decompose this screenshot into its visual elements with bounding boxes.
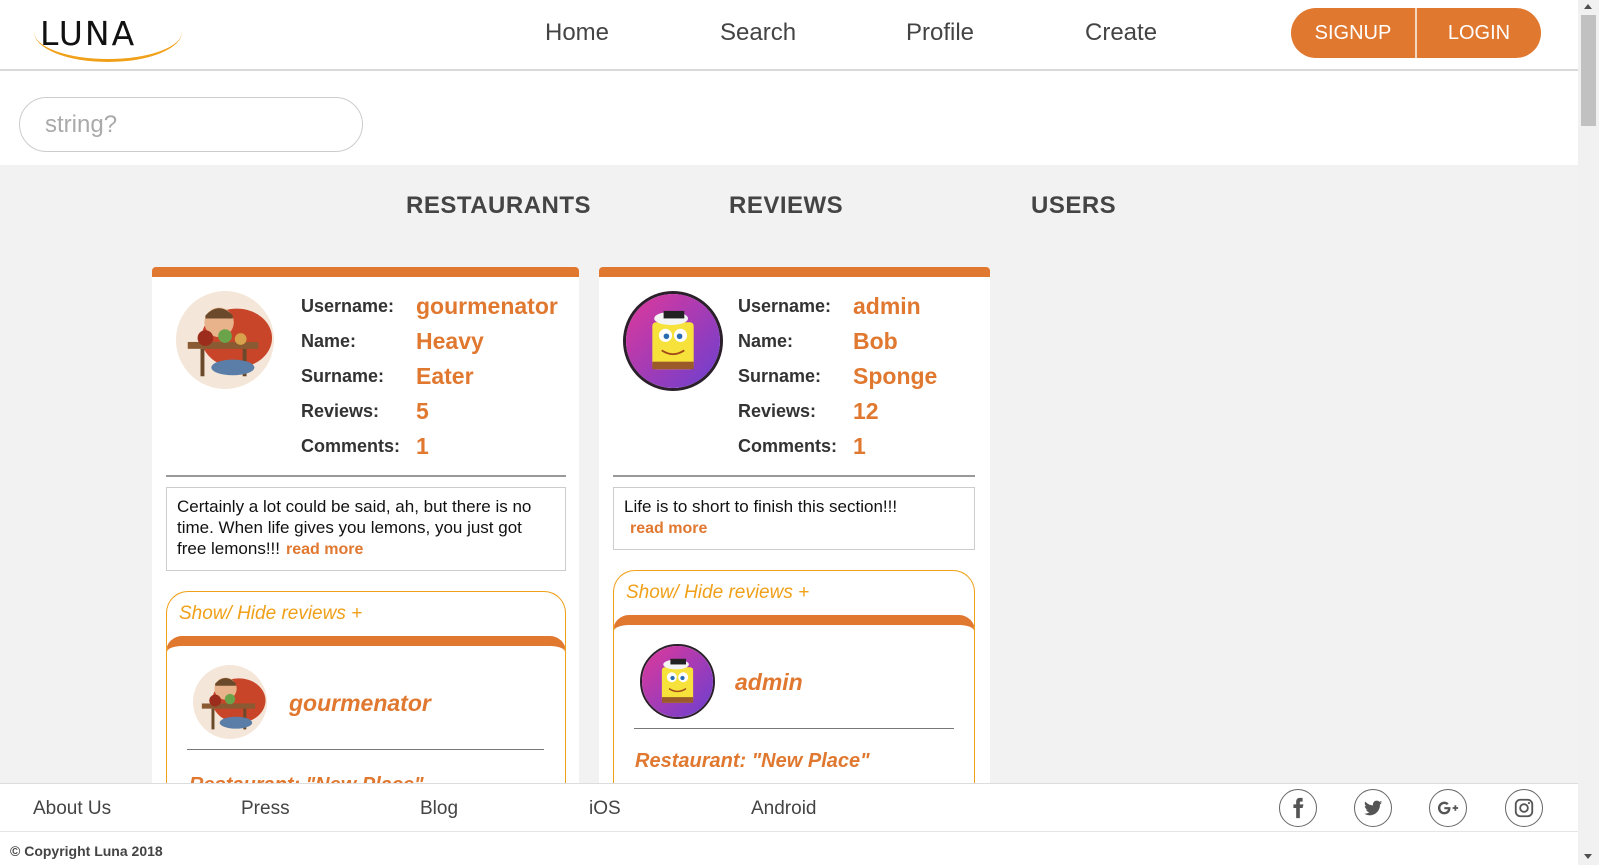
card-divider — [613, 475, 975, 477]
reviews-count: 5 — [416, 398, 429, 424]
bio-text: Life is to short to finish this section!… — [624, 497, 898, 516]
user-info: Username: gourmenator Name: Heavy Surnam… — [301, 289, 558, 464]
read-more-link[interactable]: read more — [630, 520, 707, 537]
user-info: Username: admin Name: Bob Surname: Spong… — [738, 289, 937, 464]
reviews-panel: Show/ Hide reviews + — [166, 591, 566, 783]
cartoon-eater-avatar-icon[interactable] — [176, 291, 274, 389]
header: LUNA Home Search Profile Create SIGNUP L… — [0, 0, 1578, 71]
logo-text: LUNA — [40, 14, 137, 53]
username-label: Username: — [738, 296, 832, 316]
review-username[interactable]: admin — [735, 669, 803, 696]
nav-create[interactable]: Create — [1085, 19, 1157, 47]
nav-home[interactable]: Home — [545, 19, 609, 47]
surname-label: Surname: — [301, 366, 385, 386]
review-card: admin Restaurant: "New Place" — [613, 615, 975, 783]
tab-reviews[interactable]: REVIEWS — [729, 192, 843, 220]
tab-users[interactable]: USERS — [1031, 192, 1116, 220]
surname-value: Eater — [416, 363, 474, 389]
review-username[interactable]: gourmenator — [289, 690, 431, 717]
reviews-panel: Show/ Hide reviews + — [613, 570, 975, 783]
auth-buttons: SIGNUP LOGIN — [1291, 8, 1541, 58]
tab-restaurants[interactable]: RESTAURANTS — [406, 192, 591, 220]
scroll-up-arrow-icon[interactable] — [1584, 4, 1592, 9]
user-bio: Life is to short to finish this section!… — [613, 487, 975, 550]
nav-search[interactable]: Search — [720, 19, 796, 47]
footer-link-blog[interactable]: Blog — [420, 798, 458, 820]
scroll-thumb[interactable] — [1581, 15, 1596, 126]
search-input[interactable] — [19, 97, 363, 152]
user-bio: Certainly a lot could be said, ah, but t… — [166, 487, 566, 571]
review-divider — [634, 728, 954, 729]
review-restaurant[interactable]: Restaurant: "New Place" — [635, 750, 870, 773]
footer-link-about[interactable]: About Us — [33, 798, 111, 820]
main-content: RESTAURANTS REVIEWS USERS Username: gour… — [0, 165, 1578, 783]
footer-link-ios[interactable]: iOS — [589, 798, 621, 820]
name-label: Name: — [301, 331, 357, 351]
login-button[interactable]: LOGIN — [1417, 8, 1541, 58]
footer-link-android[interactable]: Android — [751, 798, 817, 820]
toggle-reviews-button[interactable]: Show/ Hide reviews + — [626, 582, 809, 604]
spongebob-avatar-icon[interactable] — [623, 291, 723, 391]
surname-value: Sponge — [853, 363, 938, 389]
info-row-username: Username: admin — [738, 289, 937, 324]
name-label: Name: — [738, 331, 794, 351]
twitter-icon[interactable] — [1354, 789, 1392, 827]
comments-label: Comments: — [301, 436, 401, 456]
surname-label: Surname: — [738, 366, 822, 386]
comments-count: 1 — [416, 433, 429, 459]
username-value[interactable]: gourmenator — [416, 293, 558, 320]
facebook-icon[interactable] — [1279, 789, 1317, 827]
cartoon-eater-avatar-icon — [193, 665, 267, 739]
footer: About Us Press Blog iOS Android © Copyri… — [0, 783, 1578, 865]
toggle-reviews-button[interactable]: Show/ Hide reviews + — [179, 603, 362, 625]
info-row-name: Name: Heavy — [301, 324, 558, 359]
reviews-label: Reviews: — [301, 401, 380, 421]
card-divider — [166, 475, 566, 477]
comments-label: Comments: — [738, 436, 838, 456]
info-row-username: Username: gourmenator — [301, 289, 558, 324]
reviews-count: 12 — [853, 398, 879, 424]
copyright: © Copyright Luna 2018 — [10, 843, 163, 859]
signup-button[interactable]: SIGNUP — [1291, 8, 1415, 58]
name-value: Heavy — [416, 328, 484, 354]
instagram-icon[interactable] — [1505, 789, 1543, 827]
review-divider — [187, 749, 544, 750]
info-row-reviews: Reviews: 12 — [738, 394, 937, 429]
nav-profile[interactable]: Profile — [906, 19, 974, 47]
vertical-scrollbar[interactable] — [1578, 0, 1599, 865]
info-row-comments: Comments: 1 — [301, 429, 558, 464]
reviews-label: Reviews: — [738, 401, 817, 421]
info-row-name: Name: Bob — [738, 324, 937, 359]
spongebob-avatar-icon — [640, 644, 715, 719]
review-restaurant[interactable]: Restaurant: "New Place" — [189, 774, 424, 783]
footer-links: About Us Press Blog iOS Android — [0, 784, 1578, 832]
name-value: Bob — [853, 328, 898, 354]
comments-count: 1 — [853, 433, 866, 459]
user-card: Username: gourmenator Name: Heavy Surnam… — [152, 267, 579, 783]
info-row-reviews: Reviews: 5 — [301, 394, 558, 429]
scroll-down-arrow-icon[interactable] — [1584, 854, 1592, 859]
info-row-comments: Comments: 1 — [738, 429, 937, 464]
review-card: gourmenator Restaurant: "New Place" — [166, 636, 566, 783]
info-row-surname: Surname: Eater — [301, 359, 558, 394]
user-card: Username: admin Name: Bob Surname: Spong… — [599, 267, 990, 783]
username-label: Username: — [301, 296, 395, 316]
info-row-surname: Surname: Sponge — [738, 359, 937, 394]
read-more-link[interactable]: read more — [286, 541, 363, 558]
search-area — [0, 71, 1578, 165]
footer-link-press[interactable]: Press — [241, 798, 290, 820]
username-value[interactable]: admin — [853, 293, 921, 320]
google-plus-icon[interactable] — [1429, 789, 1467, 827]
luna-logo[interactable]: LUNA — [34, 10, 182, 62]
